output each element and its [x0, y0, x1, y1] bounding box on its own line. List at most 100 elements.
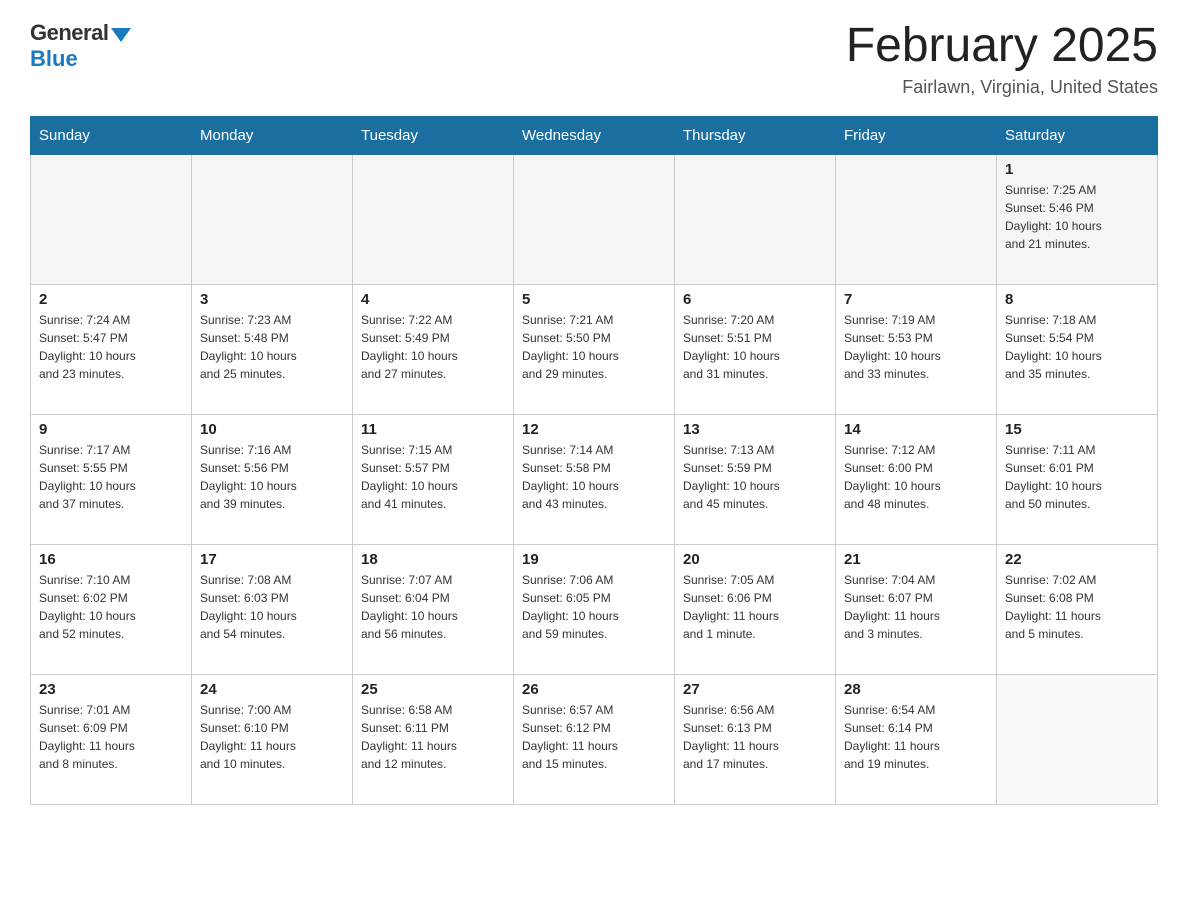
day-number: 26 [522, 681, 666, 698]
day-info: Sunrise: 7:07 AM Sunset: 6:04 PM Dayligh… [361, 571, 505, 643]
table-row: 22Sunrise: 7:02 AM Sunset: 6:08 PM Dayli… [997, 544, 1158, 674]
table-row: 2Sunrise: 7:24 AM Sunset: 5:47 PM Daylig… [31, 284, 192, 414]
table-row: 9Sunrise: 7:17 AM Sunset: 5:55 PM Daylig… [31, 414, 192, 544]
day-number: 1 [1005, 161, 1149, 178]
table-row: 26 Sunrise: 6:57 AM Sunset: 6:12 PM Dayli… [514, 674, 675, 804]
col-friday: Friday [836, 116, 997, 154]
table-row [31, 154, 192, 284]
col-tuesday: Tuesday [353, 116, 514, 154]
day-info: Sunrise: 7:00 AM Sunset: 6:10 PM Dayligh… [200, 701, 344, 773]
calendar-week-row: 1 Sunrise: 7:25 AM Sunset: 5:46 PM Daylig… [31, 154, 1158, 284]
table-row: 17 Sunrise: 7:08 AM Sunset: 6:03 PM Dayli… [192, 544, 353, 674]
day-info: Sunrise: 7:20 AM Sunset: 5:51 PM Dayligh… [683, 311, 827, 383]
day-info: Sunrise: 7:14 AM Sunset: 5:58 PM Dayligh… [522, 441, 666, 513]
table-row [192, 154, 353, 284]
day-info: Sunrise: 7:22 AM Sunset: 5:49 PM Dayligh… [361, 311, 505, 383]
table-row: 14 Sunrise: 7:12 AM Sunset: 6:00 PM Dayli… [836, 414, 997, 544]
day-number: 18 [361, 551, 505, 568]
table-row: 27Sunrise: 6:56 AM Sunset: 6:13 PM Dayli… [675, 674, 836, 804]
logo-arrow-icon [111, 28, 131, 42]
day-info: Sunrise: 6:58 AM Sunset: 6:11 PM Dayligh… [361, 701, 505, 773]
col-wednesday: Wednesday [514, 116, 675, 154]
day-info: Sunrise: 7:18 AM Sunset: 5:54 PM Dayligh… [1005, 311, 1149, 383]
day-number: 3 [200, 291, 344, 308]
day-number: 10 [200, 421, 344, 438]
logo: General Blue [30, 20, 131, 72]
day-info: Sunrise: 7:13 AM Sunset: 5:59 PM Dayligh… [683, 441, 827, 513]
day-info: Sunrise: 7:15 AM Sunset: 5:57 PM Dayligh… [361, 441, 505, 513]
day-info: Sunrise: 6:57 AM Sunset: 6:12 PM Dayligh… [522, 701, 666, 773]
day-number: 11 [361, 421, 505, 438]
day-info: Sunrise: 7:04 AM Sunset: 6:07 PM Dayligh… [844, 571, 988, 643]
day-number: 12 [522, 421, 666, 438]
day-number: 28 [844, 681, 988, 698]
day-number: 13 [683, 421, 827, 438]
table-row [675, 154, 836, 284]
table-row: 28 Sunrise: 6:54 AM Sunset: 6:14 PM Dayli… [836, 674, 997, 804]
col-thursday: Thursday [675, 116, 836, 154]
day-number: 15 [1005, 421, 1149, 438]
location: Fairlawn, Virginia, United States [846, 77, 1158, 98]
day-number: 6 [683, 291, 827, 308]
table-row [514, 154, 675, 284]
table-row [836, 154, 997, 284]
day-number: 24 [200, 681, 344, 698]
day-info: Sunrise: 7:02 AM Sunset: 6:08 PM Dayligh… [1005, 571, 1149, 643]
table-row: 13 Sunrise: 7:13 AM Sunset: 5:59 PM Dayli… [675, 414, 836, 544]
table-row: 7 Sunrise: 7:19 AM Sunset: 5:53 PM Daylig… [836, 284, 997, 414]
table-row: 20 Sunrise: 7:05 AM Sunset: 6:06 PM Dayli… [675, 544, 836, 674]
table-row [353, 154, 514, 284]
day-number: 20 [683, 551, 827, 568]
day-number: 14 [844, 421, 988, 438]
day-info: Sunrise: 7:12 AM Sunset: 6:00 PM Dayligh… [844, 441, 988, 513]
logo-general-text: General [30, 20, 108, 46]
day-number: 7 [844, 291, 988, 308]
day-number: 23 [39, 681, 183, 698]
table-row: 5 Sunrise: 7:21 AM Sunset: 5:50 PM Daylig… [514, 284, 675, 414]
day-info: Sunrise: 7:08 AM Sunset: 6:03 PM Dayligh… [200, 571, 344, 643]
day-number: 4 [361, 291, 505, 308]
month-title: February 2025 [846, 20, 1158, 73]
calendar-week-row: 23 Sunrise: 7:01 AM Sunset: 6:09 PM Dayli… [31, 674, 1158, 804]
table-row: 1 Sunrise: 7:25 AM Sunset: 5:46 PM Daylig… [997, 154, 1158, 284]
day-number: 25 [361, 681, 505, 698]
day-info: Sunrise: 6:56 AM Sunset: 6:13 PM Dayligh… [683, 701, 827, 773]
day-info: Sunrise: 7:05 AM Sunset: 6:06 PM Dayligh… [683, 571, 827, 643]
table-row: 3 Sunrise: 7:23 AM Sunset: 5:48 PM Daylig… [192, 284, 353, 414]
logo-blue-text: Blue [30, 46, 78, 72]
table-row [997, 674, 1158, 804]
calendar-week-row: 9Sunrise: 7:17 AM Sunset: 5:55 PM Daylig… [31, 414, 1158, 544]
day-number: 5 [522, 291, 666, 308]
table-row: 19 Sunrise: 7:06 AM Sunset: 6:05 PM Dayli… [514, 544, 675, 674]
table-row: 8Sunrise: 7:18 AM Sunset: 5:54 PM Daylig… [997, 284, 1158, 414]
table-row: 24 Sunrise: 7:00 AM Sunset: 6:10 PM Dayli… [192, 674, 353, 804]
day-info: Sunrise: 7:01 AM Sunset: 6:09 PM Dayligh… [39, 701, 183, 773]
day-number: 21 [844, 551, 988, 568]
page-header: General Blue February 2025 Fairlawn, Vir… [30, 20, 1158, 98]
day-info: Sunrise: 7:11 AM Sunset: 6:01 PM Dayligh… [1005, 441, 1149, 513]
day-number: 19 [522, 551, 666, 568]
table-row: 23 Sunrise: 7:01 AM Sunset: 6:09 PM Dayli… [31, 674, 192, 804]
calendar-header-row: Sunday Monday Tuesday Wednesday Thursday… [31, 116, 1158, 154]
day-info: Sunrise: 7:21 AM Sunset: 5:50 PM Dayligh… [522, 311, 666, 383]
day-number: 16 [39, 551, 183, 568]
day-info: Sunrise: 7:17 AM Sunset: 5:55 PM Dayligh… [39, 441, 183, 513]
table-row: 6 Sunrise: 7:20 AM Sunset: 5:51 PM Daylig… [675, 284, 836, 414]
day-info: Sunrise: 7:16 AM Sunset: 5:56 PM Dayligh… [200, 441, 344, 513]
col-saturday: Saturday [997, 116, 1158, 154]
table-row: 25 Sunrise: 6:58 AM Sunset: 6:11 PM Dayli… [353, 674, 514, 804]
table-row: 16Sunrise: 7:10 AM Sunset: 6:02 PM Dayli… [31, 544, 192, 674]
day-number: 17 [200, 551, 344, 568]
day-info: Sunrise: 7:19 AM Sunset: 5:53 PM Dayligh… [844, 311, 988, 383]
day-info: Sunrise: 7:06 AM Sunset: 6:05 PM Dayligh… [522, 571, 666, 643]
table-row: 4 Sunrise: 7:22 AM Sunset: 5:49 PM Daylig… [353, 284, 514, 414]
day-info: Sunrise: 7:25 AM Sunset: 5:46 PM Dayligh… [1005, 181, 1149, 253]
calendar-table: Sunday Monday Tuesday Wednesday Thursday… [30, 116, 1158, 805]
calendar-week-row: 2Sunrise: 7:24 AM Sunset: 5:47 PM Daylig… [31, 284, 1158, 414]
title-area: February 2025 Fairlawn, Virginia, United… [846, 20, 1158, 98]
table-row: 15 Sunrise: 7:11 AM Sunset: 6:01 PM Dayli… [997, 414, 1158, 544]
day-info: Sunrise: 6:54 AM Sunset: 6:14 PM Dayligh… [844, 701, 988, 773]
table-row: 21 Sunrise: 7:04 AM Sunset: 6:07 PM Dayli… [836, 544, 997, 674]
col-monday: Monday [192, 116, 353, 154]
day-info: Sunrise: 7:23 AM Sunset: 5:48 PM Dayligh… [200, 311, 344, 383]
